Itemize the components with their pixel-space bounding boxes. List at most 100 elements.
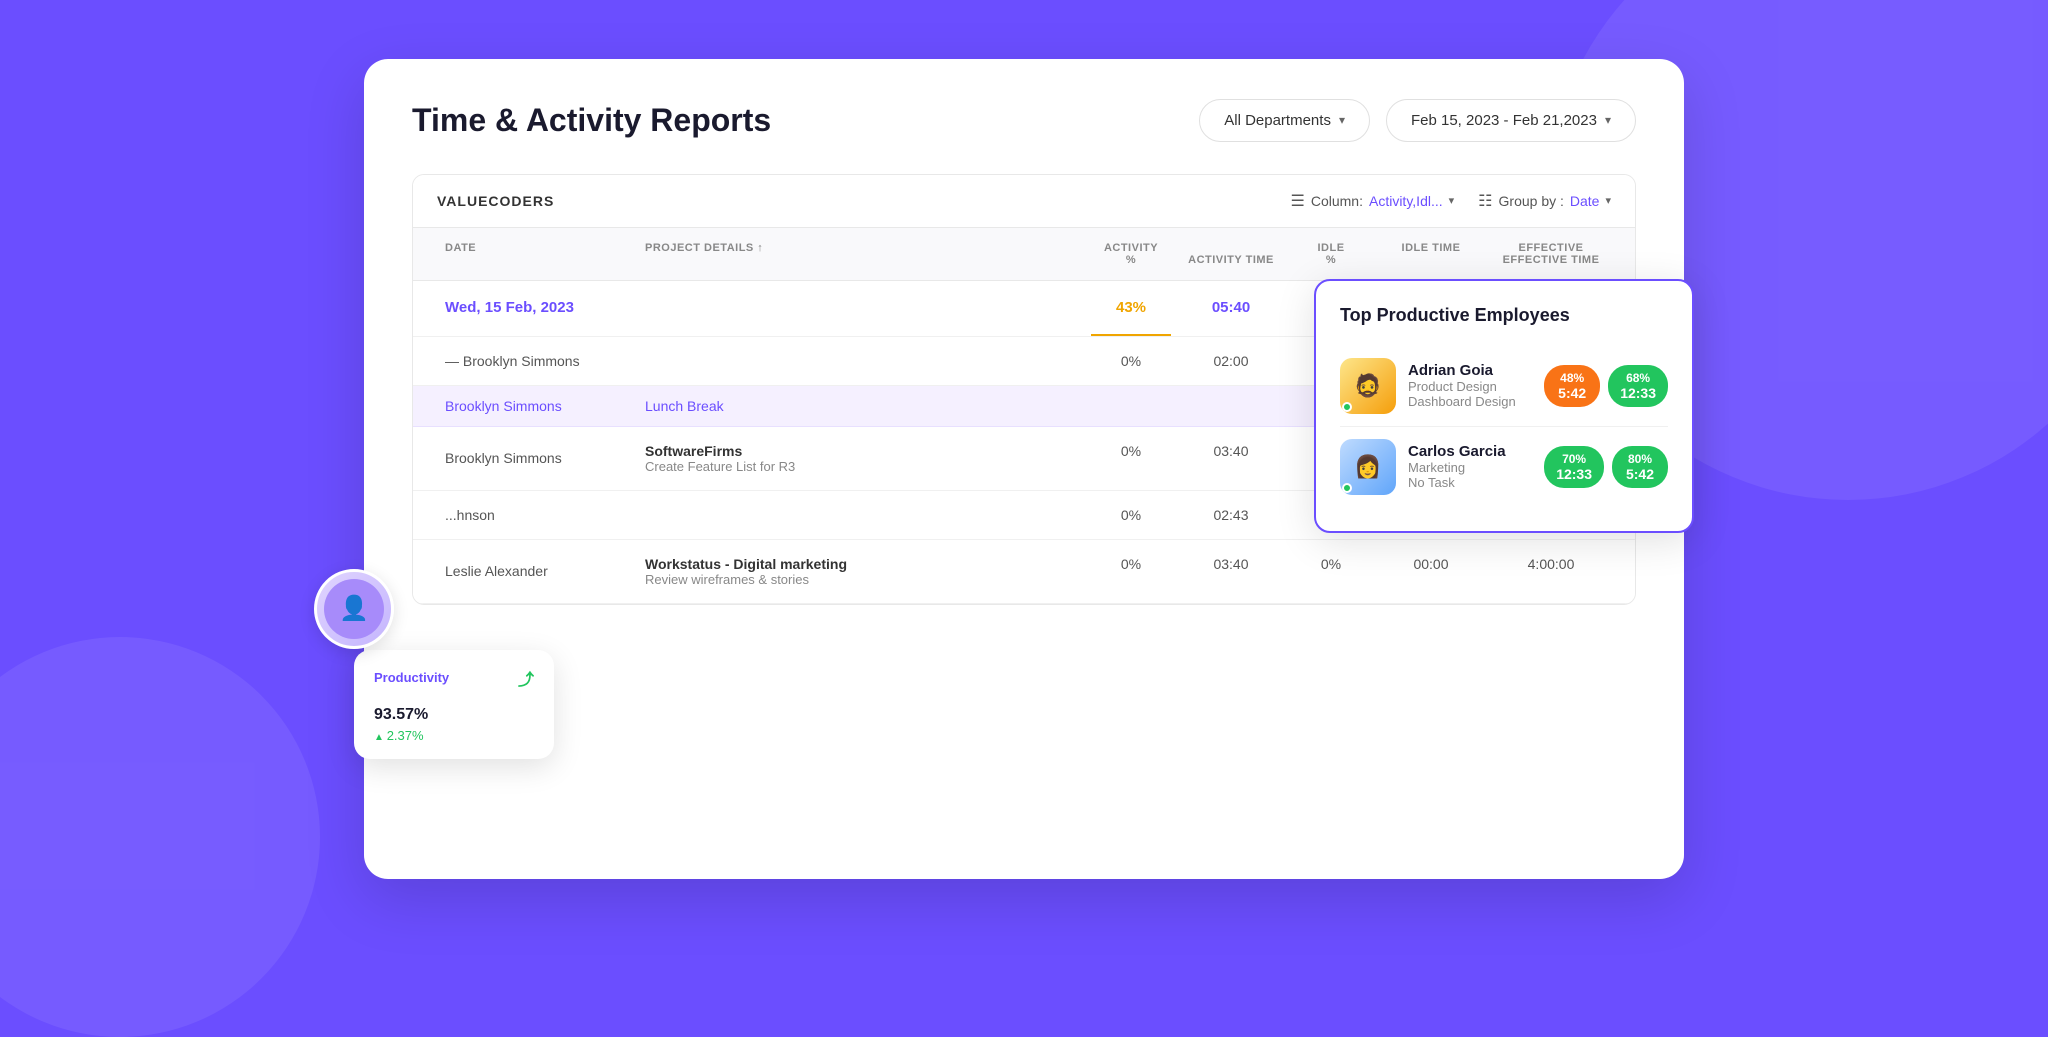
th-activity-time-label: ACTIVITY TIME xyxy=(1188,254,1274,266)
emp-act-pct-3: 0% xyxy=(1091,491,1171,539)
date-cell: Wed, 15 Feb, 2023 xyxy=(437,281,637,336)
header: Time & Activity Reports All Departments … xyxy=(412,99,1636,142)
stat-time-1b: 12:33 xyxy=(1620,385,1656,401)
header-filters: All Departments ▾ Feb 15, 2023 - Feb 21,… xyxy=(1199,99,1636,142)
groupby-control[interactable]: ☷ Group by : Date ▾ xyxy=(1478,191,1611,211)
employee-card-2: 👩 Carlos Garcia Marketing No Task 70% 12… xyxy=(1340,427,1668,507)
groupby-icon: ☷ xyxy=(1478,191,1492,211)
department-chevron: ▾ xyxy=(1339,113,1345,127)
column-control[interactable]: ☰ Column: Activity,Idl... ▾ xyxy=(1291,191,1455,211)
table-toolbar: VALUECODERS ☰ Column: Activity,Idl... ▾ … xyxy=(413,175,1635,228)
stat-badge-1a: 48% 5:42 xyxy=(1544,365,1600,407)
emp-act-pct-4: 0% xyxy=(1091,540,1171,603)
stat-pct-1b: 68% xyxy=(1626,371,1650,385)
emp-project-task-2: Create Feature List for R3 xyxy=(645,459,1083,474)
table-row: Leslie Alexander Workstatus - Digital ma… xyxy=(413,540,1635,604)
emp-info-task-2: No Task xyxy=(1408,475,1532,490)
toolbar-controls: ☰ Column: Activity,Idl... ▾ ☷ Group by :… xyxy=(1291,191,1612,211)
emp-info-dept-1: Product Design xyxy=(1408,379,1532,394)
stat-pct-1a: 48% xyxy=(1560,371,1584,385)
emp-info-task-1: Dashboard Design xyxy=(1408,394,1532,409)
column-icon: ☰ xyxy=(1291,191,1305,211)
date-empty xyxy=(637,281,1091,336)
emp-idle-time-4: 00:00 xyxy=(1371,540,1491,603)
lunch-label: Lunch Break xyxy=(637,386,1091,426)
avatar: 👤 xyxy=(314,569,394,649)
emp-name-2: Brooklyn Simmons xyxy=(437,427,637,490)
emp-project-name-2: SoftwareFirms xyxy=(645,443,1083,459)
stat-badge-2b: 80% 5:42 xyxy=(1612,446,1668,488)
emp-project-2: SoftwareFirms Create Feature List for R3 xyxy=(637,427,1091,490)
groupby-value: Date xyxy=(1570,193,1600,209)
date-range-filter[interactable]: Feb 15, 2023 - Feb 21,2023 ▾ xyxy=(1386,99,1636,142)
productivity-label: Productivity ⤴ xyxy=(374,666,534,690)
company-name: VALUECODERS xyxy=(437,193,554,209)
date-activity-pct: 43% xyxy=(1091,281,1171,336)
top-employees-popup: Top Productive Employees 🧔 Adrian Goia P… xyxy=(1314,279,1694,533)
stat-time-2b: 5:42 xyxy=(1626,466,1654,482)
department-filter[interactable]: All Departments ▾ xyxy=(1199,99,1370,142)
emp-act-time-4: 03:40 xyxy=(1171,540,1291,603)
groupby-label: Group by : xyxy=(1499,193,1564,209)
emp-name-3: ...hnson xyxy=(437,491,637,539)
th-effective-main: EFFECTIVE xyxy=(1518,242,1583,254)
trend-icon: ⤴ xyxy=(518,666,534,690)
th-activity-pct: % xyxy=(1126,254,1136,266)
th-effective-time: EFFECTIVE EFFECTIVE TIME xyxy=(1491,228,1611,280)
date-range-chevron: ▾ xyxy=(1605,113,1611,127)
online-indicator-2 xyxy=(1342,483,1352,493)
online-indicator-1 xyxy=(1342,402,1352,412)
department-label: All Departments xyxy=(1224,112,1331,129)
emp-avatar-1: 🧔 xyxy=(1340,358,1396,414)
emp-project-task-4: Review wireframes & stories xyxy=(645,572,1083,587)
date-range-label: Feb 15, 2023 - Feb 21,2023 xyxy=(1411,112,1597,129)
th-activity-time: ACTIVITY TIME xyxy=(1171,228,1291,280)
th-idle: IDLE % xyxy=(1291,228,1371,280)
groupby-chevron: ▾ xyxy=(1605,194,1611,207)
emp-name-4: Leslie Alexander xyxy=(437,540,637,603)
stat-pct-2a: 70% xyxy=(1562,452,1586,466)
emp-effective-4: 4:00:00 xyxy=(1491,540,1611,603)
date-activity-time: 05:40 xyxy=(1171,281,1291,336)
emp-project-3 xyxy=(637,491,1091,539)
th-idle-time: IDLE TIME xyxy=(1371,228,1491,280)
emp-stats-2: 70% 12:33 80% 5:42 xyxy=(1544,446,1668,488)
popup-title: Top Productive Employees xyxy=(1340,305,1668,326)
emp-act-pct-2: 0% xyxy=(1091,427,1171,490)
emp-act-pct-1: 0% xyxy=(1091,337,1171,385)
th-effective-sub: EFFECTIVE TIME xyxy=(1503,254,1600,266)
column-chevron: ▾ xyxy=(1449,194,1455,207)
emp-project-1 xyxy=(637,337,1091,385)
productivity-value: 93.57% xyxy=(374,694,534,726)
stat-time-2a: 12:33 xyxy=(1556,466,1592,482)
employee-card-1: 🧔 Adrian Goia Product Design Dashboard D… xyxy=(1340,346,1668,427)
th-idle-main: IDLE xyxy=(1317,242,1344,254)
emp-project-4: Workstatus - Digital marketing Review wi… xyxy=(637,540,1091,603)
emp-project-name-4: Workstatus - Digital marketing xyxy=(645,556,1083,572)
emp-info-name-1: Adrian Goia xyxy=(1408,362,1532,379)
avatar-face: 👤 xyxy=(324,579,384,639)
stat-badge-1b: 68% 12:33 xyxy=(1608,365,1668,407)
emp-info-2: Carlos Garcia Marketing No Task xyxy=(1408,443,1532,490)
emp-info-1: Adrian Goia Product Design Dashboard Des… xyxy=(1408,362,1532,409)
emp-stats-1: 48% 5:42 68% 12:33 xyxy=(1544,365,1668,407)
emp-info-dept-2: Marketing xyxy=(1408,460,1532,475)
page-title: Time & Activity Reports xyxy=(412,102,771,139)
table-head: DATE PROJECT DETAILS ↑ ACTIVITY % ACTIVI… xyxy=(413,228,1635,281)
productivity-widget: Productivity ⤴ 93.57% 2.37% xyxy=(354,650,554,759)
th-idle-time-label: IDLE TIME xyxy=(1402,242,1461,254)
stat-pct-2b: 80% xyxy=(1628,452,1652,466)
stat-badge-2a: 70% 12:33 xyxy=(1544,446,1604,488)
productivity-change: 2.37% xyxy=(374,728,534,743)
column-value: Activity,Idl... xyxy=(1369,193,1443,209)
emp-act-time-2: 03:40 xyxy=(1171,427,1291,490)
th-idle-pct: % xyxy=(1326,254,1336,266)
emp-name-1: — Brooklyn Simmons xyxy=(437,337,637,385)
emp-info-name-2: Carlos Garcia xyxy=(1408,443,1532,460)
emp-act-time-1: 02:00 xyxy=(1171,337,1291,385)
lunch-name: Brooklyn Simmons xyxy=(437,386,637,426)
emp-avatar-2: 👩 xyxy=(1340,439,1396,495)
th-project: PROJECT DETAILS ↑ xyxy=(637,228,1091,280)
emp-act-time-3: 02:43 xyxy=(1171,491,1291,539)
stat-time-1a: 5:42 xyxy=(1558,385,1586,401)
